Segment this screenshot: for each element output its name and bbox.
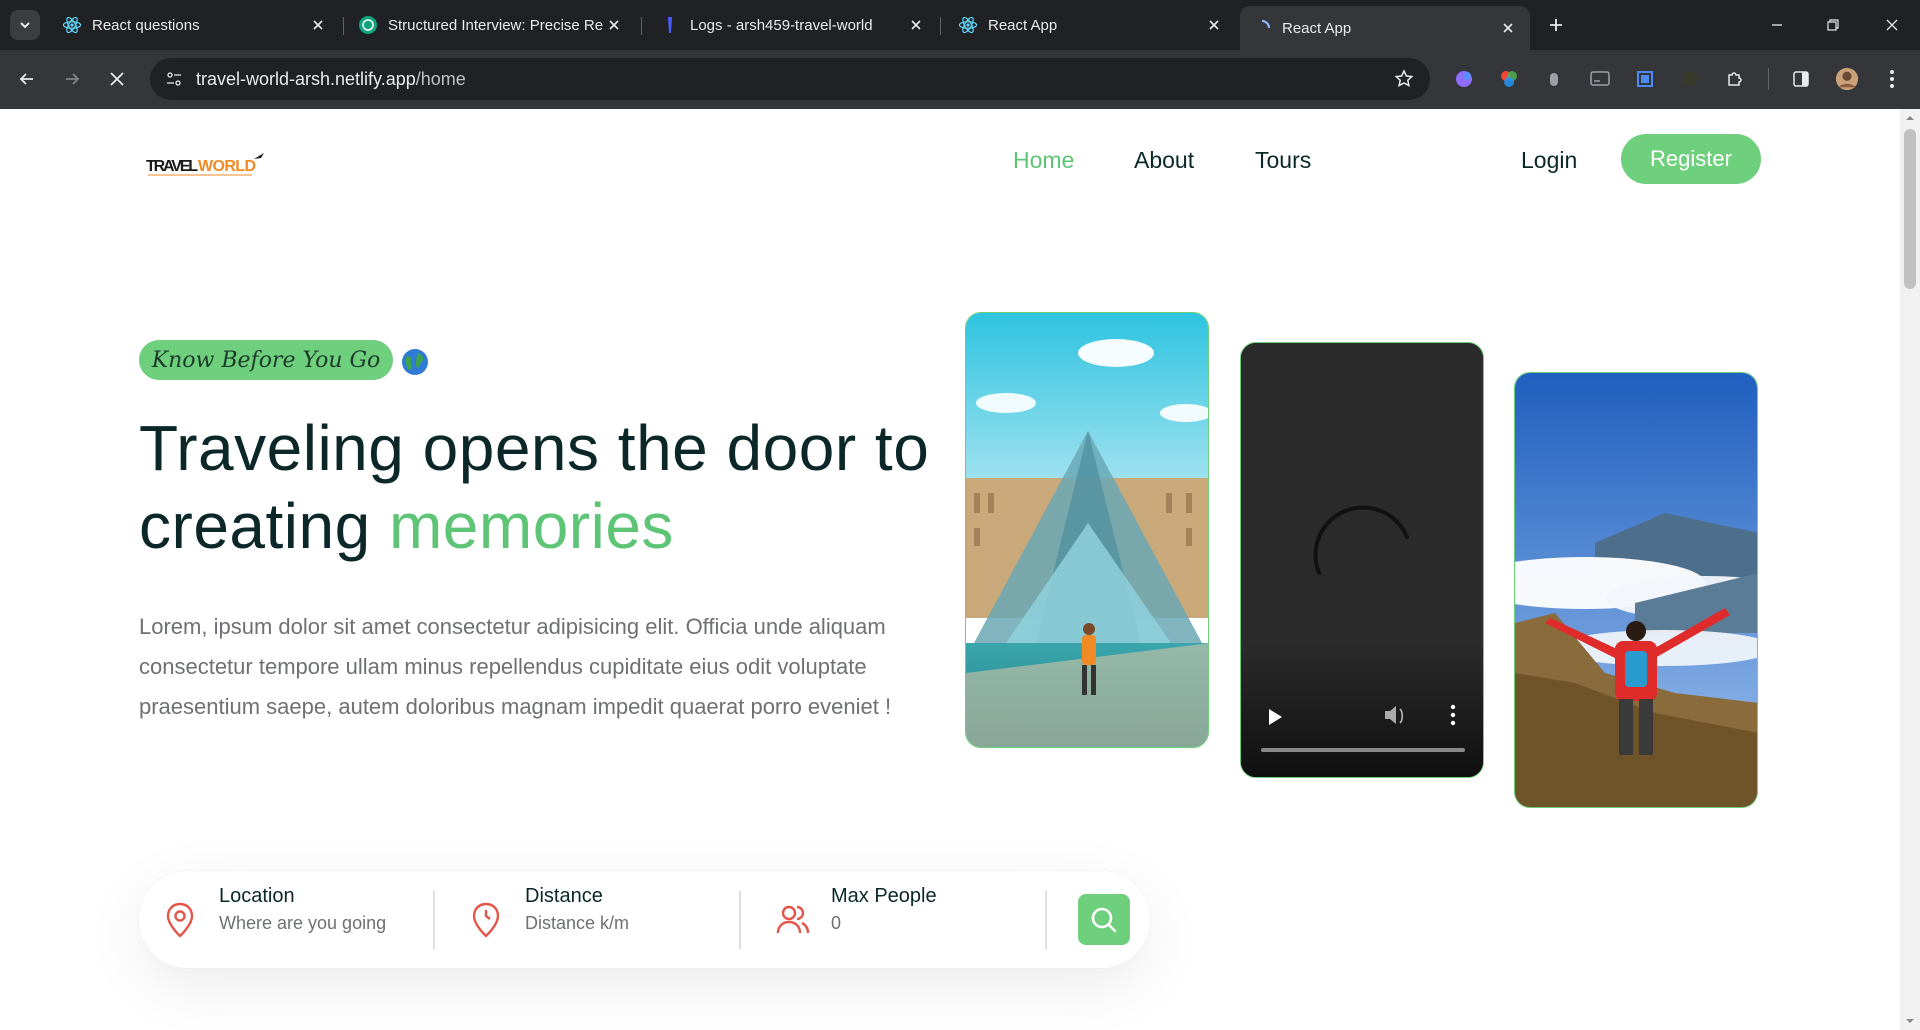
search-button[interactable] xyxy=(1078,894,1130,945)
restore-button[interactable] xyxy=(1820,12,1846,38)
close-icon xyxy=(1886,19,1898,31)
arrow-left-icon xyxy=(19,73,33,85)
chatgpt-icon xyxy=(358,15,378,35)
react-icon xyxy=(958,15,978,35)
render-icon xyxy=(660,15,680,35)
hero-image-mountain xyxy=(1514,372,1758,808)
screenshot-extension-icon[interactable] xyxy=(1633,67,1657,91)
more-options-icon xyxy=(1450,704,1456,726)
max-people-label: Max People xyxy=(831,885,937,907)
tab-title: Logs - arsh459-travel-world xyxy=(690,16,873,34)
nav-home[interactable]: Home xyxy=(1013,147,1074,174)
search-icon xyxy=(1091,907,1117,932)
close-icon[interactable] xyxy=(308,15,328,35)
minimize-icon xyxy=(1772,24,1782,26)
new-tab-button[interactable] xyxy=(1542,11,1570,39)
people-icon xyxy=(775,901,810,939)
restore-icon xyxy=(1827,19,1839,31)
close-icon[interactable] xyxy=(1204,15,1224,35)
max-people-placeholder: 0 xyxy=(831,913,842,933)
svg-text:TRAVEL: TRAVEL xyxy=(146,158,198,175)
field-divider xyxy=(739,891,741,949)
hero-image-louvre xyxy=(965,312,1209,748)
plus-icon xyxy=(1550,19,1562,31)
minimize-button[interactable] xyxy=(1764,12,1790,38)
location-label: Location xyxy=(219,885,295,907)
browser-tab-bar: React questions Structured Interview: Pr… xyxy=(0,0,1920,50)
nav-about[interactable]: About xyxy=(1134,147,1194,174)
arrow-right-icon xyxy=(66,73,80,85)
hero-headline: Traveling opens the door to creating mem… xyxy=(139,409,939,565)
search-bar: Location Where are you going Distance Di… xyxy=(139,871,1150,968)
profile-avatar[interactable] xyxy=(1835,67,1859,91)
tab-separator xyxy=(641,17,642,35)
hero-description: Lorem, ipsum dolor sit amet consectetur … xyxy=(139,614,892,719)
tab-title: React App xyxy=(1282,19,1352,37)
extension-1-icon[interactable] xyxy=(1452,67,1476,91)
svg-text:WORLD: WORLD xyxy=(198,158,256,175)
back-button[interactable] xyxy=(12,64,42,94)
forward-button[interactable] xyxy=(57,64,87,94)
chevron-down-icon xyxy=(20,22,30,29)
browser-tab-2[interactable]: Logs - arsh459-travel-world xyxy=(648,8,938,42)
distance-label: Distance xyxy=(525,885,603,907)
nav-tours[interactable]: Tours xyxy=(1255,147,1311,174)
close-icon xyxy=(110,72,124,86)
more-menu-icon[interactable] xyxy=(1880,67,1904,91)
extension-3-icon[interactable] xyxy=(1542,67,1566,91)
map-pin-time-icon xyxy=(469,901,503,939)
close-window-button[interactable] xyxy=(1879,12,1905,38)
browser-tab-3[interactable]: React App xyxy=(946,8,1236,42)
address-bar[interactable]: travel-world-arsh.netlify.app/home xyxy=(150,58,1430,100)
globe-icon xyxy=(401,348,429,376)
hero-tag: Know Before You Go xyxy=(139,340,393,380)
scroll-up-icon[interactable] xyxy=(1905,113,1915,123)
stop-loading-button[interactable] xyxy=(102,64,132,94)
distance-field[interactable]: Distance Distance k/m xyxy=(469,871,719,968)
tab-separator xyxy=(343,17,344,35)
distance-placeholder: Distance k/m xyxy=(525,913,630,933)
site-logo[interactable]: TRAVEL WORLD xyxy=(146,145,266,185)
dark-mode-extension-icon[interactable] xyxy=(1678,67,1702,91)
loading-icon xyxy=(1252,18,1272,38)
tab-title: Structured Interview: Precise Re xyxy=(388,16,604,34)
extensions-puzzle-icon[interactable] xyxy=(1723,67,1747,91)
side-panel-icon[interactable] xyxy=(1789,67,1813,91)
tab-search-button[interactable] xyxy=(10,10,40,40)
web-page: TRAVEL WORLD Home About Tours Login Regi… xyxy=(0,109,1900,1030)
browser-tab-0[interactable]: React questions xyxy=(50,8,340,42)
react-icon xyxy=(62,15,82,35)
location-field[interactable]: Location Where are you going xyxy=(163,871,413,968)
browser-tab-1[interactable]: Structured Interview: Precise Re xyxy=(346,8,636,42)
browser-toolbar: travel-world-arsh.netlify.app/home xyxy=(0,50,1920,109)
cast-icon[interactable] xyxy=(1588,67,1612,91)
color-picker-extension-icon[interactable] xyxy=(1497,67,1521,91)
page-scrollbar[interactable] xyxy=(1900,109,1920,1030)
close-icon[interactable] xyxy=(1498,18,1518,38)
url-text: travel-world-arsh.netlify.app/home xyxy=(196,69,466,90)
field-divider xyxy=(433,891,435,949)
site-info-icon[interactable] xyxy=(162,67,186,91)
close-icon[interactable] xyxy=(604,15,624,35)
tab-title: React questions xyxy=(92,16,200,34)
tab-separator xyxy=(940,17,941,35)
close-icon[interactable] xyxy=(906,15,926,35)
location-placeholder: Where are you going xyxy=(219,913,387,933)
tab-title: React App xyxy=(988,16,1058,34)
headline-highlight: memories xyxy=(388,490,674,562)
field-divider xyxy=(1045,891,1047,949)
login-button[interactable]: Login xyxy=(1521,147,1577,174)
url-path: /home xyxy=(415,69,466,89)
browser-tab-active[interactable]: React App xyxy=(1240,6,1530,50)
map-pin-icon xyxy=(163,901,197,939)
scroll-down-icon[interactable] xyxy=(1905,1016,1915,1026)
hero-video[interactable] xyxy=(1240,342,1484,778)
scrollbar-thumb[interactable] xyxy=(1904,129,1916,289)
toolbar-separator xyxy=(1768,68,1769,90)
bookmark-star-icon[interactable] xyxy=(1392,67,1416,91)
url-host: travel-world-arsh.netlify.app xyxy=(196,69,416,89)
register-button[interactable]: Register xyxy=(1621,134,1761,184)
max-people-field[interactable]: Max People 0 xyxy=(775,871,1025,968)
